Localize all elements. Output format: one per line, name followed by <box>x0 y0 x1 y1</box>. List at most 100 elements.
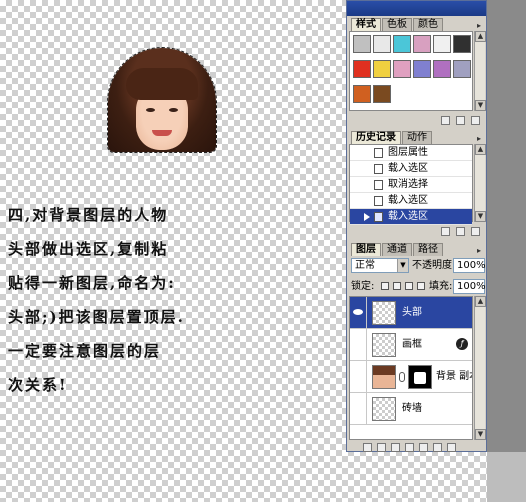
style-swatch[interactable] <box>453 35 471 53</box>
styles-grid <box>349 31 473 111</box>
new-style-icon[interactable] <box>456 115 465 125</box>
opacity-field[interactable]: 100% <box>453 258 486 273</box>
style-swatch[interactable] <box>453 60 471 78</box>
delete-style-icon[interactable] <box>471 115 480 125</box>
adjustment-layer-icon[interactable] <box>405 442 414 452</box>
layer-thumbnail <box>372 333 396 357</box>
scroll-down-icon[interactable]: ▼ <box>475 211 486 222</box>
lock-label: 锁定: <box>351 281 375 292</box>
history-item[interactable]: 取消选择 <box>350 177 472 193</box>
style-swatch[interactable] <box>413 60 431 78</box>
scroll-up-icon[interactable]: ▲ <box>475 296 486 307</box>
clear-style-icon[interactable] <box>441 115 450 125</box>
blend-mode-value: 正常 <box>355 260 375 271</box>
style-swatch[interactable] <box>373 85 391 103</box>
history-item[interactable]: 载入选区 <box>350 161 472 177</box>
history-item-selected[interactable]: 载入选区 <box>350 209 472 225</box>
new-group-icon[interactable] <box>419 442 428 452</box>
layer-row-frame[interactable]: 画框 ƒ <box>350 329 472 361</box>
history-state-icon <box>374 180 383 190</box>
history-item-label: 取消选择 <box>388 179 428 190</box>
scroll-up-icon[interactable]: ▲ <box>475 144 486 155</box>
style-swatch[interactable] <box>433 60 451 78</box>
mouth <box>152 130 172 136</box>
layer-row-head[interactable]: 头部 <box>350 297 472 329</box>
layer-effects-icon[interactable]: ƒ <box>456 338 468 350</box>
link-layers-icon[interactable] <box>363 442 372 452</box>
layers-list: 头部 画框 ƒ 背景 副本 砖墙 <box>349 296 473 440</box>
style-swatch[interactable] <box>433 35 451 53</box>
layers-panel-tabs: 图层 通道 路径 ▸ <box>347 241 486 256</box>
instruction-line: 头部做出选区,复制粘 <box>8 240 169 258</box>
delete-state-icon[interactable] <box>471 226 480 236</box>
styles-footer <box>349 114 484 126</box>
scroll-down-icon[interactable]: ▼ <box>475 429 486 440</box>
new-document-icon[interactable] <box>441 226 450 236</box>
tab-styles[interactable]: 样式 <box>351 18 381 31</box>
styles-panel-tabs: 样式 色板 颜色 ▸ <box>347 16 486 31</box>
history-item[interactable]: 图层属性 <box>350 145 472 161</box>
styles-panel-menu-icon[interactable]: ▸ <box>474 21 484 31</box>
snapshot-icon[interactable] <box>456 226 465 236</box>
lock-transparency-icon[interactable] <box>381 282 389 290</box>
layer-mask-thumbnail[interactable] <box>408 365 432 389</box>
tab-actions[interactable]: 动作 <box>402 131 432 144</box>
add-style-icon[interactable] <box>377 442 386 452</box>
visibility-toggle[interactable] <box>350 393 367 425</box>
scroll-down-icon[interactable]: ▼ <box>475 100 486 111</box>
layer-row-brick-wall[interactable]: 砖墙 <box>350 393 472 425</box>
scroll-up-icon[interactable]: ▲ <box>475 31 486 42</box>
blend-mode-select[interactable]: 正常 ▼ <box>351 258 409 273</box>
history-scrollbar[interactable]: ▲ ▼ <box>474 144 486 222</box>
history-item-label: 载入选区 <box>388 211 428 222</box>
visibility-toggle[interactable] <box>350 361 367 393</box>
lock-all-icon[interactable] <box>417 282 425 290</box>
fill-field[interactable]: 100% <box>453 279 486 294</box>
palette-titlebar[interactable] <box>347 1 486 16</box>
lock-paint-icon[interactable] <box>393 282 401 290</box>
layer-thumbnail <box>372 301 396 325</box>
instruction-line: 一定要注意图层的层 <box>8 342 162 360</box>
layer-thumbnail <box>372 397 396 421</box>
layer-row-background-copy[interactable]: 背景 副本 <box>350 361 472 393</box>
style-swatch[interactable] <box>393 60 411 78</box>
workspace-edge <box>487 0 526 502</box>
history-panel-tabs: 历史记录 动作 ▸ <box>347 129 486 144</box>
tab-layers[interactable]: 图层 <box>351 243 381 256</box>
fill-label: 填充: <box>429 281 453 292</box>
style-swatch[interactable] <box>393 35 411 53</box>
tab-channels[interactable]: 通道 <box>382 243 412 256</box>
history-item-label: 载入选区 <box>388 195 428 206</box>
trash-icon[interactable] <box>447 442 456 452</box>
style-swatch[interactable] <box>353 60 371 78</box>
history-item-label: 图层属性 <box>388 147 428 158</box>
visibility-toggle[interactable] <box>350 329 367 361</box>
style-swatch[interactable] <box>353 85 371 103</box>
tab-color[interactable]: 颜色 <box>413 18 443 31</box>
right-eye <box>169 108 178 112</box>
tab-history[interactable]: 历史记录 <box>351 131 401 144</box>
layer-thumbnail <box>372 365 396 389</box>
link-icon <box>399 372 405 382</box>
new-layer-icon[interactable] <box>433 442 442 452</box>
chevron-down-icon: ▼ <box>397 259 408 272</box>
style-swatch[interactable] <box>413 35 431 53</box>
layer-name: 背景 副本 <box>436 371 472 382</box>
layers-footer <box>349 442 484 452</box>
history-marker-icon <box>364 213 370 221</box>
tab-swatches[interactable]: 色板 <box>382 18 412 31</box>
tab-paths[interactable]: 路径 <box>413 243 443 256</box>
visibility-toggle[interactable] <box>350 297 367 329</box>
style-swatch[interactable] <box>353 35 371 53</box>
history-panel-menu-icon[interactable]: ▸ <box>474 134 484 144</box>
lock-move-icon[interactable] <box>405 282 413 290</box>
style-swatch[interactable] <box>373 35 391 53</box>
history-item[interactable]: 载入选区 <box>350 193 472 209</box>
history-state-icon <box>374 164 383 174</box>
add-mask-icon[interactable] <box>391 442 400 452</box>
styles-scrollbar[interactable]: ▲ ▼ <box>474 31 486 111</box>
layers-scrollbar[interactable]: ▲ ▼ <box>474 296 486 440</box>
layers-panel-menu-icon[interactable]: ▸ <box>474 246 484 256</box>
style-swatch[interactable] <box>373 60 391 78</box>
head-selection-image <box>107 47 217 153</box>
